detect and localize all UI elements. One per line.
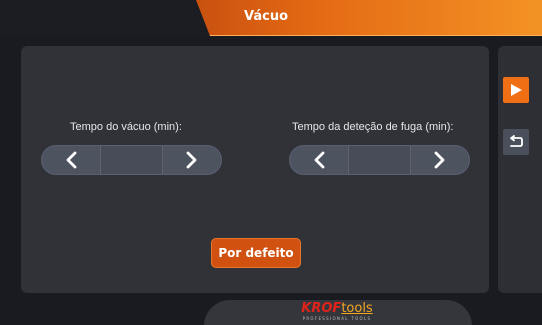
vacuum-time-increase-button[interactable]	[163, 146, 221, 174]
chevron-left-icon	[66, 151, 77, 169]
leak-detection-time-stepper	[289, 145, 470, 175]
leak-detection-time-value[interactable]	[348, 146, 411, 174]
page-title: Vácuo	[243, 9, 288, 24]
default-button[interactable]: Por defeito	[211, 238, 301, 268]
chevron-right-icon	[186, 151, 197, 169]
vacuum-time-stepper	[41, 145, 222, 175]
logo-brand-text: KROF	[301, 301, 342, 316]
vacuum-time-label: Tempo do vácuo (min):	[70, 121, 182, 133]
leak-detection-time-label: Tempo da deteção de fuga (min):	[292, 121, 454, 133]
header-bar: Vácuo	[0, 0, 542, 36]
chevron-right-icon	[434, 151, 445, 169]
logo-tagline: PROFESSIONAL TOOLS	[302, 316, 372, 321]
leak-detection-decrease-button[interactable]	[290, 146, 348, 174]
brand-logo: KROFtools PROFESSIONAL TOOLS	[292, 302, 382, 324]
vacuum-time-decrease-button[interactable]	[42, 146, 100, 174]
leak-detection-increase-button[interactable]	[411, 146, 469, 174]
return-arrow-icon	[510, 135, 523, 147]
back-button[interactable]	[503, 129, 529, 155]
chevron-left-icon	[314, 151, 325, 169]
vacuum-time-value[interactable]	[100, 146, 163, 174]
start-button[interactable]	[503, 77, 529, 103]
logo-suffix-text: tools	[341, 301, 373, 316]
play-icon	[511, 84, 522, 96]
